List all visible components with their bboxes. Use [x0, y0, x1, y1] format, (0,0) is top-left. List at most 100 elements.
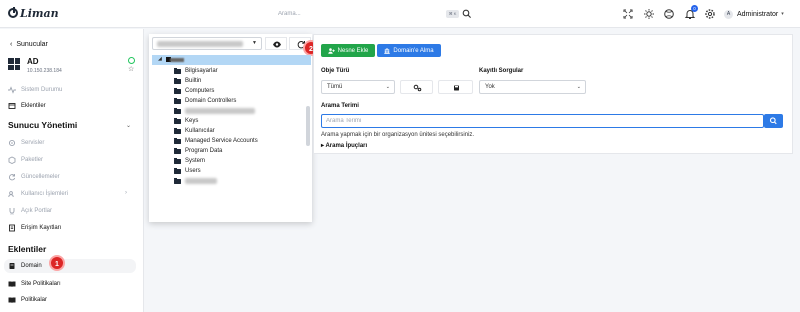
sidebar-item-label: Güncellemeler [21, 174, 60, 180]
fullscreen-icon[interactable] [622, 8, 634, 20]
folder-icon [174, 87, 181, 94]
package-icon [8, 156, 16, 164]
tree-item-label: Computers [185, 88, 215, 94]
search-term-button[interactable] [764, 114, 783, 128]
tree-item[interactable] [174, 176, 217, 186]
search-icon [769, 117, 777, 125]
domain-dn-select[interactable]: ▼ [152, 37, 262, 50]
tree-item-label: Program Data [185, 148, 223, 154]
search-term-input[interactable] [321, 114, 764, 128]
sidebar-item-system-status[interactable]: Sistem Durumu [8, 84, 62, 96]
sidebar-item-packages[interactable]: Paketler [8, 154, 43, 166]
gears-icon [413, 84, 422, 92]
sidebar-item-label: Erişim Kayıtları [21, 225, 62, 231]
add-object-button[interactable]: Nesne Ekle [321, 44, 375, 57]
object-filter-button[interactable] [400, 80, 433, 94]
sidebar-item-label: Site Politikaları [21, 281, 61, 287]
redacted-text [157, 41, 243, 47]
sidebar-item-label: Domain [21, 263, 42, 269]
saved-queries-label: Kayıtlı Sorgular [479, 68, 524, 74]
search-tips-toggle[interactable]: ▸ Arama İpuçları [321, 142, 367, 149]
tree-item[interactable]: Bilgisayarlar [174, 66, 218, 76]
sidebar-item-domain[interactable]: Domain [8, 260, 42, 272]
settings-gear-icon[interactable] [704, 8, 716, 20]
tree-item[interactable]: Managed Service Accounts [174, 136, 258, 146]
theme-sun-icon[interactable] [643, 8, 655, 20]
sidebar-item-services[interactable]: Servisler [8, 137, 44, 149]
scrollbar-thumb[interactable] [306, 106, 310, 146]
folder-icon [174, 67, 181, 74]
collapse-toggle-icon[interactable]: ◢ [158, 56, 162, 62]
section-server-management[interactable]: Sunucu Yönetimi [8, 120, 77, 130]
tree-item[interactable]: Kullanıcılar [174, 126, 215, 136]
user-menu[interactable]: A Administrator ▾ [724, 7, 784, 21]
chevron-right-icon: › [125, 190, 127, 196]
user-name: Administrator [737, 10, 779, 18]
caret-down-icon: ⌄ [576, 84, 581, 90]
sidebar-item-label: Politikalar [21, 297, 48, 303]
tree-item[interactable]: System [174, 156, 205, 166]
object-type-value: Tümü [327, 84, 343, 90]
folder-icon [174, 147, 181, 154]
object-type-select[interactable]: Tümü ⌄ [321, 80, 395, 94]
back-label: Sunucular [16, 41, 48, 48]
tree-item[interactable]: Keys [174, 116, 198, 126]
sidebar-item-user-operations[interactable]: Kullanıcı İşlemleri [8, 188, 68, 200]
section-plugins: Eklentiler [8, 244, 47, 254]
search-icon[interactable] [462, 9, 472, 19]
server-ip: 10.150.238.184 [27, 68, 62, 74]
search-shortcut: ⌘ K [446, 10, 459, 18]
notifications-button[interactable]: 0 [684, 5, 698, 20]
chevron-down-icon[interactable]: ⌄ [126, 122, 131, 129]
book-icon [8, 297, 16, 303]
folder-icon [174, 177, 181, 184]
saved-queries-select[interactable]: Yok ⌄ [479, 80, 586, 94]
globe-icon[interactable] [663, 8, 675, 20]
show-hidden-button[interactable] [265, 37, 287, 50]
annotation-badge-1: 1 [49, 255, 65, 271]
caret-down-icon: ⌄ [385, 84, 390, 90]
folder-icon [174, 117, 181, 124]
update-icon [8, 174, 16, 181]
logo[interactable]: Liman [8, 6, 59, 20]
tree-item[interactable]: Program Data [174, 146, 222, 156]
users-icon [8, 191, 14, 198]
user-plus-icon [327, 47, 335, 54]
tree-item-label: Users [185, 168, 201, 174]
search-tips-label: Arama İpuçları [325, 143, 368, 149]
notification-badge: 0 [691, 5, 698, 12]
tree-item[interactable]: Domain Controllers [174, 96, 236, 106]
tree-item[interactable]: Builtin [174, 76, 201, 86]
sidebar-item-label: Sistem Durumu [21, 87, 63, 93]
sidebar-item-site-policies[interactable]: Site Politikaları [8, 278, 61, 290]
save-icon [454, 85, 459, 91]
sidebar-item-open-ports[interactable]: Açık Portlar [8, 205, 52, 217]
sidebar-item-label: Açık Portlar [21, 208, 53, 214]
tree-scrollbar[interactable] [306, 66, 310, 216]
search-input[interactable] [276, 8, 460, 20]
tree-item[interactable] [174, 106, 255, 116]
sidebar-item-label: Eklentiler [21, 103, 46, 109]
sidebar-item-updates[interactable]: Güncellemeler [8, 171, 60, 183]
tree-item[interactable]: Computers [174, 86, 214, 96]
save-query-button[interactable] [438, 80, 473, 94]
sidebar: ‹ Sunucular AD 10.150.238.184 ☆ Sistem D… [0, 29, 144, 312]
favorite-star-icon[interactable]: ☆ [128, 66, 134, 73]
book-icon [8, 281, 16, 287]
folder-icon [174, 137, 181, 144]
sidebar-item-policies[interactable]: Politikalar [8, 294, 47, 306]
tree-root-node[interactable]: ◢ [152, 55, 311, 65]
sidebar-item-plugins[interactable]: Eklentiler [8, 100, 46, 112]
tree-item-label: Builtin [185, 78, 202, 84]
search-term-label: Arama Terimi [321, 103, 359, 109]
redacted-text [185, 178, 217, 184]
join-domain-button[interactable]: Domain'e Alma [377, 44, 441, 57]
tree-item[interactable]: Users [174, 166, 201, 176]
sidebar-item-access-logs[interactable]: Erişim Kayıtları [8, 222, 61, 234]
folder-icon [174, 107, 181, 114]
join-domain-label: Domain'e Alma [393, 47, 434, 54]
tree-item-label: Keys [185, 118, 199, 124]
back-to-servers-link[interactable]: ‹ Sunucular [10, 41, 48, 48]
redacted-text [185, 108, 255, 114]
port-icon [9, 208, 15, 215]
